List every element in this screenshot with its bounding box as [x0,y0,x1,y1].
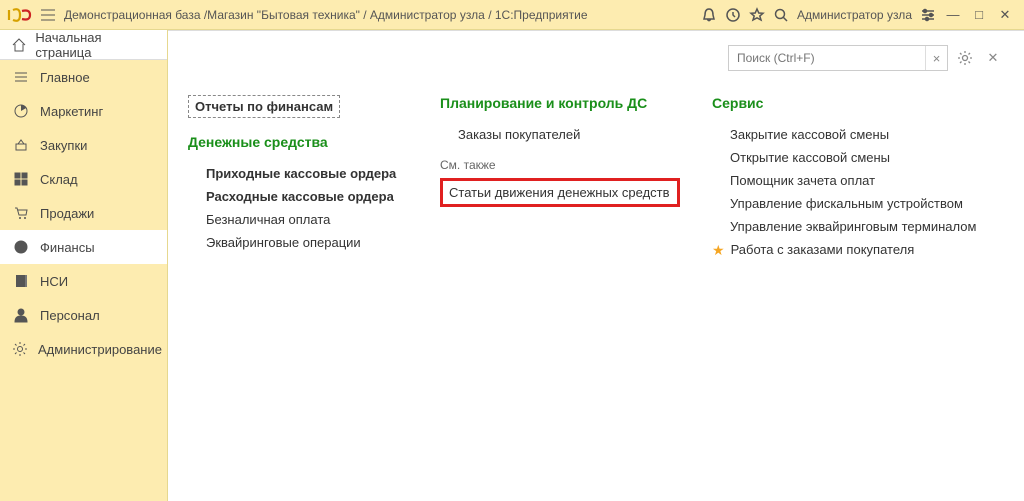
sidebar-item-label: Главное [40,70,90,85]
sidebar-item-admin[interactable]: Администрирование [0,332,167,366]
link-outgoing-cash[interactable]: Расходные кассовые ордера [188,185,408,208]
column-service: Сервис Закрытие кассовой смены Открытие … [712,95,992,261]
column-planning: Планирование и контроль ДС Заказы покупа… [440,95,680,261]
view-settings-icon[interactable] [954,47,976,69]
link-cashflow-articles[interactable]: Статьи движения денежных средств [440,178,680,207]
home-icon [10,36,27,54]
sidebar-item-personnel[interactable]: Персонал [0,298,167,332]
sidebar: Начальная страница Главное Маркетинг Зак… [0,30,168,501]
sidebar-item-label: Персонал [40,308,100,323]
pie-icon [12,102,30,120]
sidebar-item-label: Маркетинг [40,104,103,119]
reports-heading[interactable]: Отчеты по финансам [188,95,340,118]
search-icon[interactable] [769,3,793,27]
gear-icon [12,340,28,358]
content-area: × ✕ Отчеты по финансам Денежные средства… [168,30,1024,501]
sidebar-item-label: Склад [40,172,78,187]
start-page-tab[interactable]: Начальная страница [0,30,167,60]
sidebar-item-nsi[interactable]: НСИ [0,264,167,298]
app-logo-icon [6,6,34,24]
sidebar-item-label: НСИ [40,274,68,289]
sidebar-item-finance[interactable]: ₽ Финансы [0,230,167,264]
basket-icon [12,136,30,154]
link-payment-assistant[interactable]: Помощник зачета оплат [712,169,992,192]
link-incoming-cash[interactable]: Приходные кассовые ордера [188,162,408,185]
link-acquiring[interactable]: Эквайринговые операции [188,231,408,254]
link-acquiring-terminal[interactable]: Управление эквайринговым терминалом [712,215,992,238]
svg-text:₽: ₽ [18,242,24,252]
link-cashflow-articles-text: Статьи движения денежных средств [449,185,670,200]
user-label[interactable]: Администратор узла [797,8,912,22]
sidebar-item-marketing[interactable]: Маркетинг [0,94,167,128]
sidebar-item-main[interactable]: Главное [0,60,167,94]
star-icon[interactable] [745,3,769,27]
boxes-icon [12,170,30,188]
link-buyer-orders[interactable]: Заказы покупателей [440,123,680,146]
window-title: Демонстрационная база /Магазин "Бытовая … [64,8,588,22]
column-finance: Отчеты по финансам Денежные средства При… [188,95,408,261]
link-fiscal-device[interactable]: Управление фискальным устройством [712,192,992,215]
sidebar-item-label: Администрирование [38,342,162,357]
sidebar-item-label: Финансы [40,240,95,255]
sidebar-item-purchases[interactable]: Закупки [0,128,167,162]
close-window-button[interactable]: ✕ [992,7,1018,23]
search-field[interactable]: × [728,45,948,71]
book-icon [12,272,30,290]
person-icon [12,306,30,324]
link-noncash[interactable]: Безналичная оплата [188,208,408,231]
close-panel-icon[interactable]: ✕ [982,47,1004,69]
search-input[interactable] [729,51,925,65]
cart-icon [12,204,30,222]
sidebar-item-label: Закупки [40,138,87,153]
sidebar-item-sales[interactable]: Продажи [0,196,167,230]
minimize-button[interactable]: — [940,7,966,22]
link-close-shift[interactable]: Закрытие кассовой смены [712,123,992,146]
ruble-icon: ₽ [12,238,30,256]
planning-heading: Планирование и контроль ДС [440,95,680,111]
history-icon[interactable] [721,3,745,27]
service-heading: Сервис [712,95,992,111]
list-icon [12,68,30,86]
sidebar-item-warehouse[interactable]: Склад [0,162,167,196]
cash-heading: Денежные средства [188,134,408,150]
link-starred-orders[interactable]: ★ Работа с заказами покупателя [712,238,992,261]
link-open-shift[interactable]: Открытие кассовой смены [712,146,992,169]
bell-icon[interactable] [697,3,721,27]
star-filled-icon: ★ [712,243,725,257]
link-starred-orders-text: Работа с заказами покупателя [731,242,915,257]
clear-search-icon[interactable]: × [925,46,947,70]
see-also-label: См. также [440,158,680,172]
start-page-label: Начальная страница [35,30,157,60]
settings-toggle-icon[interactable] [916,3,940,27]
main-menu-icon[interactable] [38,5,58,25]
maximize-button[interactable]: □ [966,7,992,22]
sidebar-item-label: Продажи [40,206,94,221]
titlebar: Демонстрационная база /Магазин "Бытовая … [0,0,1024,30]
